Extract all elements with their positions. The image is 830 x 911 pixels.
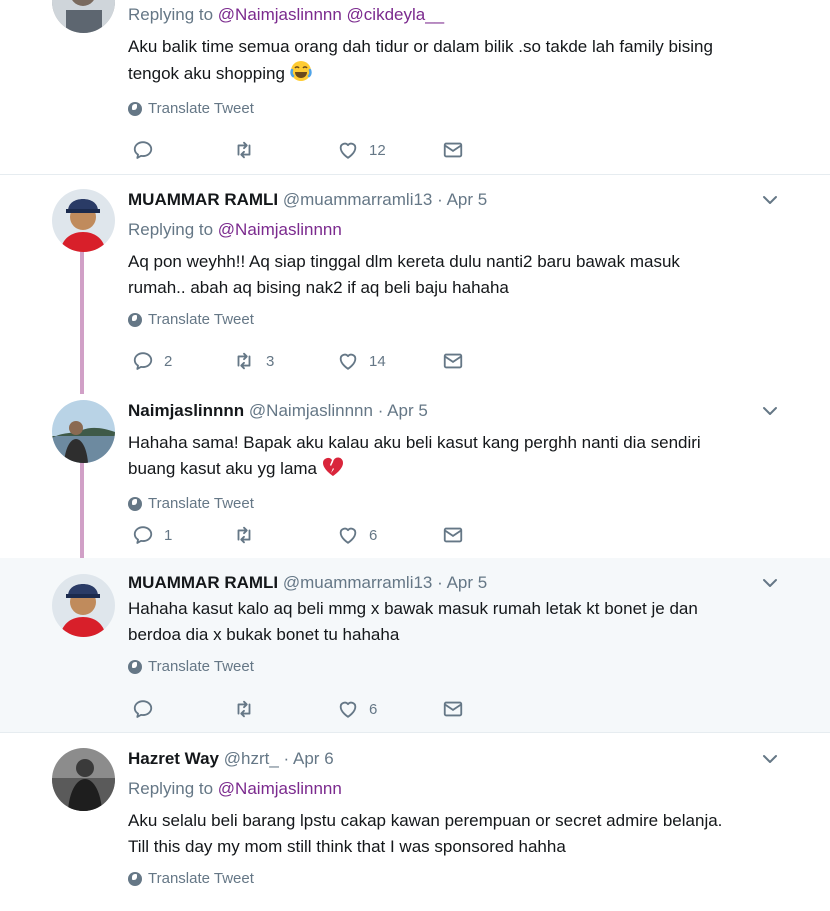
reply-button[interactable]: 2 <box>132 350 172 372</box>
globe-icon <box>128 101 142 116</box>
translate-tweet-link[interactable]: Translate Tweet <box>128 311 790 328</box>
globe-icon <box>128 659 142 674</box>
separator-dot: · <box>283 749 290 768</box>
chevron-down-icon[interactable] <box>762 578 778 588</box>
reply-button[interactable] <box>132 698 164 720</box>
replying-to: Replying to @Naimjaslinnnn @cikdeyla__ <box>128 5 445 24</box>
envelope-icon <box>442 350 464 372</box>
translate-tweet-link[interactable]: Translate Tweet <box>128 658 790 675</box>
display-name[interactable]: MUAMMAR RAMLI <box>128 190 278 209</box>
retweet-button[interactable] <box>232 698 266 720</box>
retweet-icon <box>232 698 256 720</box>
translate-tweet-link[interactable]: Translate Tweet <box>128 495 790 512</box>
timestamp[interactable]: Apr 5 <box>447 190 488 209</box>
replying-to: Replying to @Naimjaslinnnn <box>128 220 342 239</box>
direct-message-button[interactable] <box>442 698 464 720</box>
tweet-header: MUAMMAR RAMLI @muammarramli13 · Apr 5 <box>128 189 790 211</box>
username[interactable]: @muammarramli13 <box>283 190 433 209</box>
retweet-button[interactable]: 3 <box>232 350 274 372</box>
tweet[interactable]: MUAMMAR RAMLI @muammarramli13 · Apr 5 Re… <box>0 175 830 385</box>
heart-icon <box>337 524 359 546</box>
tweet-header: Naimjaslinnnn @Naimjaslinnnn · Apr 5 <box>128 400 790 422</box>
face-with-tears-of-joy-icon <box>289 60 312 90</box>
retweet-icon <box>232 350 256 372</box>
tweet[interactable]: Hazret Way @hzrt_ · Apr 6 Replying to @N… <box>0 734 830 911</box>
reply-icon <box>132 139 154 161</box>
avatar[interactable] <box>52 574 115 637</box>
username[interactable]: @muammarramli13 <box>283 573 433 592</box>
avatar[interactable] <box>52 400 115 463</box>
replying-to: Replying to @Naimjaslinnnn <box>128 779 342 798</box>
chevron-down-icon[interactable] <box>762 754 778 764</box>
separator-dot: · <box>437 573 443 592</box>
like-button[interactable]: 12 <box>337 139 386 161</box>
tweet-header: MUAMMAR RAMLI @muammarramli13 · Apr 5 <box>128 572 790 594</box>
separator-dot: · <box>377 401 384 420</box>
like-button[interactable]: 6 <box>337 698 377 720</box>
username[interactable]: @hzrt_ <box>224 749 279 768</box>
retweet-button[interactable] <box>232 139 266 161</box>
retweet-icon <box>232 139 256 161</box>
heart-icon <box>337 139 359 161</box>
like-button[interactable]: 6 <box>337 524 377 546</box>
reply-button[interactable] <box>132 139 164 161</box>
direct-message-button[interactable] <box>442 524 464 546</box>
translate-tweet-link[interactable]: Translate Tweet <box>128 870 790 887</box>
tweet-text: Aku selalu beli barang lpstu cakap kawan… <box>128 811 723 856</box>
broken-heart-icon <box>322 457 344 485</box>
translate-tweet-link[interactable]: Translate Tweet <box>128 100 790 117</box>
display-name[interactable]: Hazret Way <box>128 749 219 768</box>
reply-icon <box>132 698 154 720</box>
tweet[interactable]: MUAMMAR RAMLI @muammarramli13 · Apr 5 Ha… <box>0 558 830 733</box>
tweet-text: Aku balik time semua orang dah tidur or … <box>128 34 790 90</box>
envelope-icon <box>442 139 464 161</box>
display-name[interactable]: Naimjaslinnnn <box>128 401 244 420</box>
timestamp[interactable]: Apr 5 <box>447 573 488 592</box>
tweet-header: Hazret Way @hzrt_ · Apr 6 <box>128 748 790 770</box>
tweet-text: Aq pon weyhh!! Aq siap tinggal dlm keret… <box>128 252 680 297</box>
chevron-down-icon[interactable] <box>762 195 778 205</box>
heart-icon <box>337 350 359 372</box>
username[interactable]: @Naimjaslinnnn <box>249 401 373 420</box>
avatar[interactable] <box>52 0 115 33</box>
tweet-text: Hahaha sama! Bapak aku kalau aku beli ka… <box>128 430 790 485</box>
reply-icon <box>132 524 154 546</box>
tweet[interactable]: Replying to @Naimjaslinnnn @cikdeyla__ A… <box>0 0 830 175</box>
timestamp[interactable]: Apr 5 <box>387 401 428 420</box>
reply-button[interactable]: 1 <box>132 524 172 546</box>
envelope-icon <box>442 698 464 720</box>
direct-message-button[interactable] <box>442 350 464 372</box>
retweet-button[interactable] <box>232 524 266 546</box>
display-name[interactable]: MUAMMAR RAMLI <box>128 573 278 592</box>
mention-link[interactable]: @Naimjaslinnnn <box>218 779 342 798</box>
direct-message-button[interactable] <box>442 139 464 161</box>
tweet[interactable]: Naimjaslinnnn @Naimjaslinnnn · Apr 5 Hah… <box>0 386 830 557</box>
avatar[interactable] <box>52 748 115 811</box>
retweet-icon <box>232 524 256 546</box>
heart-icon <box>337 698 359 720</box>
like-button[interactable]: 14 <box>337 350 386 372</box>
chevron-down-icon[interactable] <box>762 406 778 416</box>
envelope-icon <box>442 524 464 546</box>
globe-icon <box>128 496 142 511</box>
tweet-text: Hahaha kasut kalo aq beli mmg x bawak ma… <box>128 599 698 644</box>
timestamp[interactable]: Apr 6 <box>293 749 334 768</box>
globe-icon <box>128 312 142 327</box>
separator-dot: · <box>437 190 443 209</box>
avatar[interactable] <box>52 189 115 252</box>
mention-link[interactable]: @Naimjaslinnnn @cikdeyla__ <box>218 5 444 24</box>
mention-link[interactable]: @Naimjaslinnnn <box>218 220 342 239</box>
reply-icon <box>132 350 154 372</box>
globe-icon <box>128 871 142 886</box>
